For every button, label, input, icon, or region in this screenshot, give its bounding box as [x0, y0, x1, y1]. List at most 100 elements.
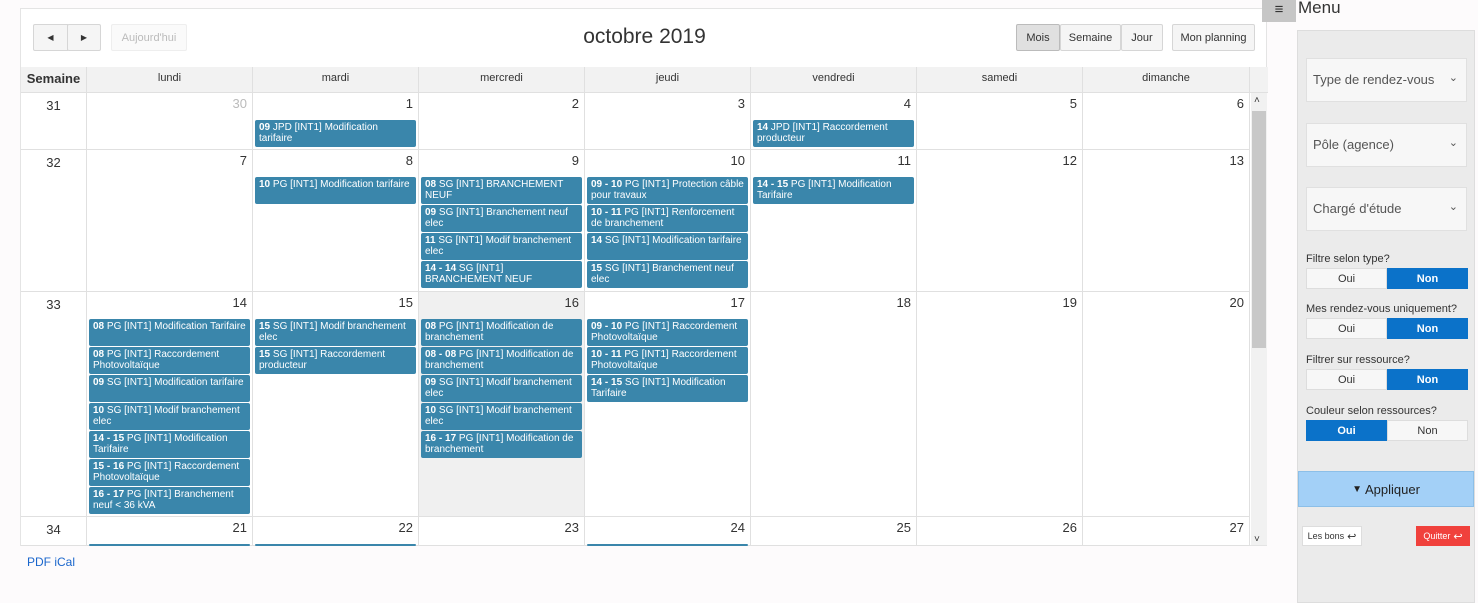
day-cell[interactable]: 6	[1083, 93, 1250, 149]
pdf-link[interactable]: PDF	[27, 555, 51, 569]
calendar-event[interactable]: 08 - 08 PG [INT1] Modification de branch…	[421, 347, 582, 374]
event-time: 10	[259, 179, 271, 190]
event-time: 14	[591, 235, 603, 246]
day-cell[interactable]: 12	[917, 150, 1083, 291]
day-number: 19	[1062, 295, 1077, 310]
day-cell[interactable]: 9 08 SG [INT1] BRANCHEMENT NEUF 09 SG [INT…	[419, 150, 585, 291]
calendar-event[interactable]	[255, 544, 416, 546]
day-cell[interactable]: 8 10 PG [INT1] Modification tarifaire	[253, 150, 419, 291]
event-time: 14 - 15	[757, 179, 789, 190]
day-number: 6	[1236, 96, 1244, 111]
hamburger-icon[interactable]: ≡	[1262, 0, 1296, 22]
day-header: vendredi	[751, 67, 917, 93]
toggle-no[interactable]: Non	[1387, 318, 1468, 339]
scrollbar-thumb[interactable]	[1252, 111, 1266, 348]
calendar-event[interactable]: 09 JPD [INT1] Modification tarifaire	[255, 120, 416, 147]
event-time: 09 - 10	[591, 321, 623, 332]
calendar-event[interactable]: 14 - 15 PG [INT1] Modification Tarifaire	[753, 177, 914, 204]
toggle-no[interactable]: Non	[1387, 420, 1468, 441]
calendar-event[interactable]: 08 PG [INT1] Raccordement Photovoltaïque	[89, 347, 250, 374]
calendar-event[interactable]: 15 SG [INT1] Branchement neuf elec	[587, 261, 748, 288]
day-cell[interactable]: 24	[585, 517, 751, 546]
calendar-event[interactable]: 14 - 14 SG [INT1] BRANCHEMENT NEUF	[421, 261, 582, 288]
scrollbar[interactable]: ˄ ˅	[1251, 93, 1267, 545]
calendar-event[interactable]: 08 PG [INT1] Modification de branchement	[421, 319, 582, 346]
day-number: 23	[564, 520, 579, 535]
ical-link[interactable]: iCal	[54, 555, 75, 569]
calendar-event[interactable]: 10 - 11 PG [INT1] Renforcement de branch…	[587, 205, 748, 232]
view-month-button[interactable]: Mois	[1016, 24, 1060, 51]
day-cell[interactable]: 16 08 PG [INT1] Modification de brancheme…	[419, 292, 585, 516]
calendar-event[interactable]: 09 SG [INT1] Modification tarifaire	[89, 375, 250, 402]
appointment-type-select[interactable]: Type de rendez-vous ⌄	[1306, 58, 1467, 102]
calendar-event[interactable]: 10 - 11 PG [INT1] Raccordement Photovolt…	[587, 347, 748, 374]
day-cell[interactable]: 10 09 - 10 PG [INT1] Protection câble pou…	[585, 150, 751, 291]
calendar-event[interactable]: 10 SG [INT1] Modif branchement elec	[421, 403, 582, 430]
toggle-no[interactable]: Non	[1387, 369, 1468, 390]
toggle-yes[interactable]: Oui	[1306, 268, 1387, 289]
day-cell[interactable]: 27	[1083, 517, 1250, 545]
calendar-event[interactable]: 15 - 16 PG [INT1] Raccordement Photovolt…	[89, 459, 250, 486]
scroll-down-icon[interactable]: ˅	[1254, 534, 1260, 545]
calendar-event[interactable]: 15 SG [INT1] Modif branchement elec	[255, 319, 416, 346]
view-day-button[interactable]: Jour	[1121, 24, 1163, 51]
les-bons-button[interactable]: Les bons ↩	[1302, 526, 1362, 546]
day-cell[interactable]: 11 14 - 15 PG [INT1] Modification Tarifai…	[751, 150, 917, 291]
calendar-event[interactable]: 14 JPD [INT1] Raccordement producteur	[753, 120, 914, 147]
calendar-event[interactable]: 09 - 10 PG [INT1] Protection câble pour …	[587, 177, 748, 204]
calendar-event[interactable]: 14 - 15 SG [INT1] Modification Tarifaire	[587, 375, 748, 402]
calendar-event[interactable]: 09 SG [INT1] Modif branchement elec	[421, 375, 582, 402]
toggle-no[interactable]: Non	[1387, 268, 1468, 289]
quit-button[interactable]: Quitter ↩	[1416, 526, 1470, 546]
calendar-event[interactable]: 14 SG [INT1] Modification tarifaire	[587, 233, 748, 260]
day-cell[interactable]: 20	[1083, 292, 1250, 516]
calendar-event[interactable]	[89, 544, 250, 546]
day-cell[interactable]: 17 09 - 10 PG [INT1] Raccordement Photovo…	[585, 292, 751, 516]
study-manager-select[interactable]: Chargé d'étude ⌄	[1306, 187, 1467, 231]
day-cell[interactable]: 19	[917, 292, 1083, 516]
calendar-event[interactable]: 14 - 15 PG [INT1] Modification Tarifaire	[89, 431, 250, 458]
day-cell[interactable]: 23	[419, 517, 585, 545]
day-number: 4	[903, 96, 911, 111]
day-cell[interactable]: 15 15 SG [INT1] Modif branchement elec 15 …	[253, 292, 419, 516]
calendar-event[interactable]: 08 PG [INT1] Modification Tarifaire	[89, 319, 250, 346]
event-title: SG [INT1] Modification tarifaire	[106, 377, 244, 388]
day-cell[interactable]: 25	[751, 517, 917, 545]
day-cell[interactable]: 14 08 PG [INT1] Modification Tarifaire 08 …	[87, 292, 253, 516]
view-week-button[interactable]: Semaine	[1060, 24, 1121, 51]
calendar-event[interactable]: 10 PG [INT1] Modification tarifaire	[255, 177, 416, 204]
toggle-yes[interactable]: Oui	[1306, 369, 1387, 390]
my-planning-button[interactable]: Mon planning	[1172, 24, 1255, 51]
agency-select[interactable]: Pôle (agence) ⌄	[1306, 123, 1467, 167]
day-cell[interactable]: 13	[1083, 150, 1250, 291]
calendar-event[interactable]: 16 - 17 PG [INT1] Modification de branch…	[421, 431, 582, 458]
day-header: samedi	[917, 67, 1083, 93]
day-cell[interactable]: 18	[751, 292, 917, 516]
day-cell[interactable]: 1 09 JPD [INT1] Modification tarifaire	[253, 93, 419, 149]
day-cell[interactable]: 4 14 JPD [INT1] Raccordement producteur	[751, 93, 917, 149]
calendar-event[interactable]: 10 SG [INT1] Modif branchement elec	[89, 403, 250, 430]
day-cell[interactable]: 21	[87, 517, 253, 546]
day-cell[interactable]: 2	[419, 93, 585, 149]
day-cell[interactable]: 5	[917, 93, 1083, 149]
scroll-up-icon[interactable]: ˄	[1254, 95, 1260, 106]
calendar-event[interactable]	[587, 544, 748, 546]
calendar-event[interactable]: 16 - 17 PG [INT1] Branchement neuf < 36 …	[89, 487, 250, 514]
day-cell[interactable]: 7	[87, 150, 253, 291]
calendar-event[interactable]: 08 SG [INT1] BRANCHEMENT NEUF	[421, 177, 582, 204]
calendar-event[interactable]: 09 - 10 PG [INT1] Raccordement Photovolt…	[587, 319, 748, 346]
calendar-event[interactable]: 15 SG [INT1] Raccordement producteur	[255, 347, 416, 374]
toggle-yes[interactable]: Oui	[1306, 318, 1387, 339]
yes-no-toggle: Oui Non	[1306, 268, 1468, 289]
event-time: 10	[93, 405, 105, 416]
day-cell[interactable]: 26	[917, 517, 1083, 545]
day-cell[interactable]: 30	[87, 93, 253, 149]
event-title: JPD [INT1] Modification tarifaire	[259, 122, 378, 144]
menu-title: Menu	[1298, 0, 1341, 17]
calendar-event[interactable]: 09 SG [INT1] Branchement neuf elec	[421, 205, 582, 232]
day-cell[interactable]: 3	[585, 93, 751, 149]
day-cell[interactable]: 22	[253, 517, 419, 546]
apply-button[interactable]: ▼ Appliquer	[1298, 471, 1474, 507]
toggle-yes[interactable]: Oui	[1306, 420, 1387, 441]
calendar-event[interactable]: 11 SG [INT1] Modif branchement elec	[421, 233, 582, 260]
